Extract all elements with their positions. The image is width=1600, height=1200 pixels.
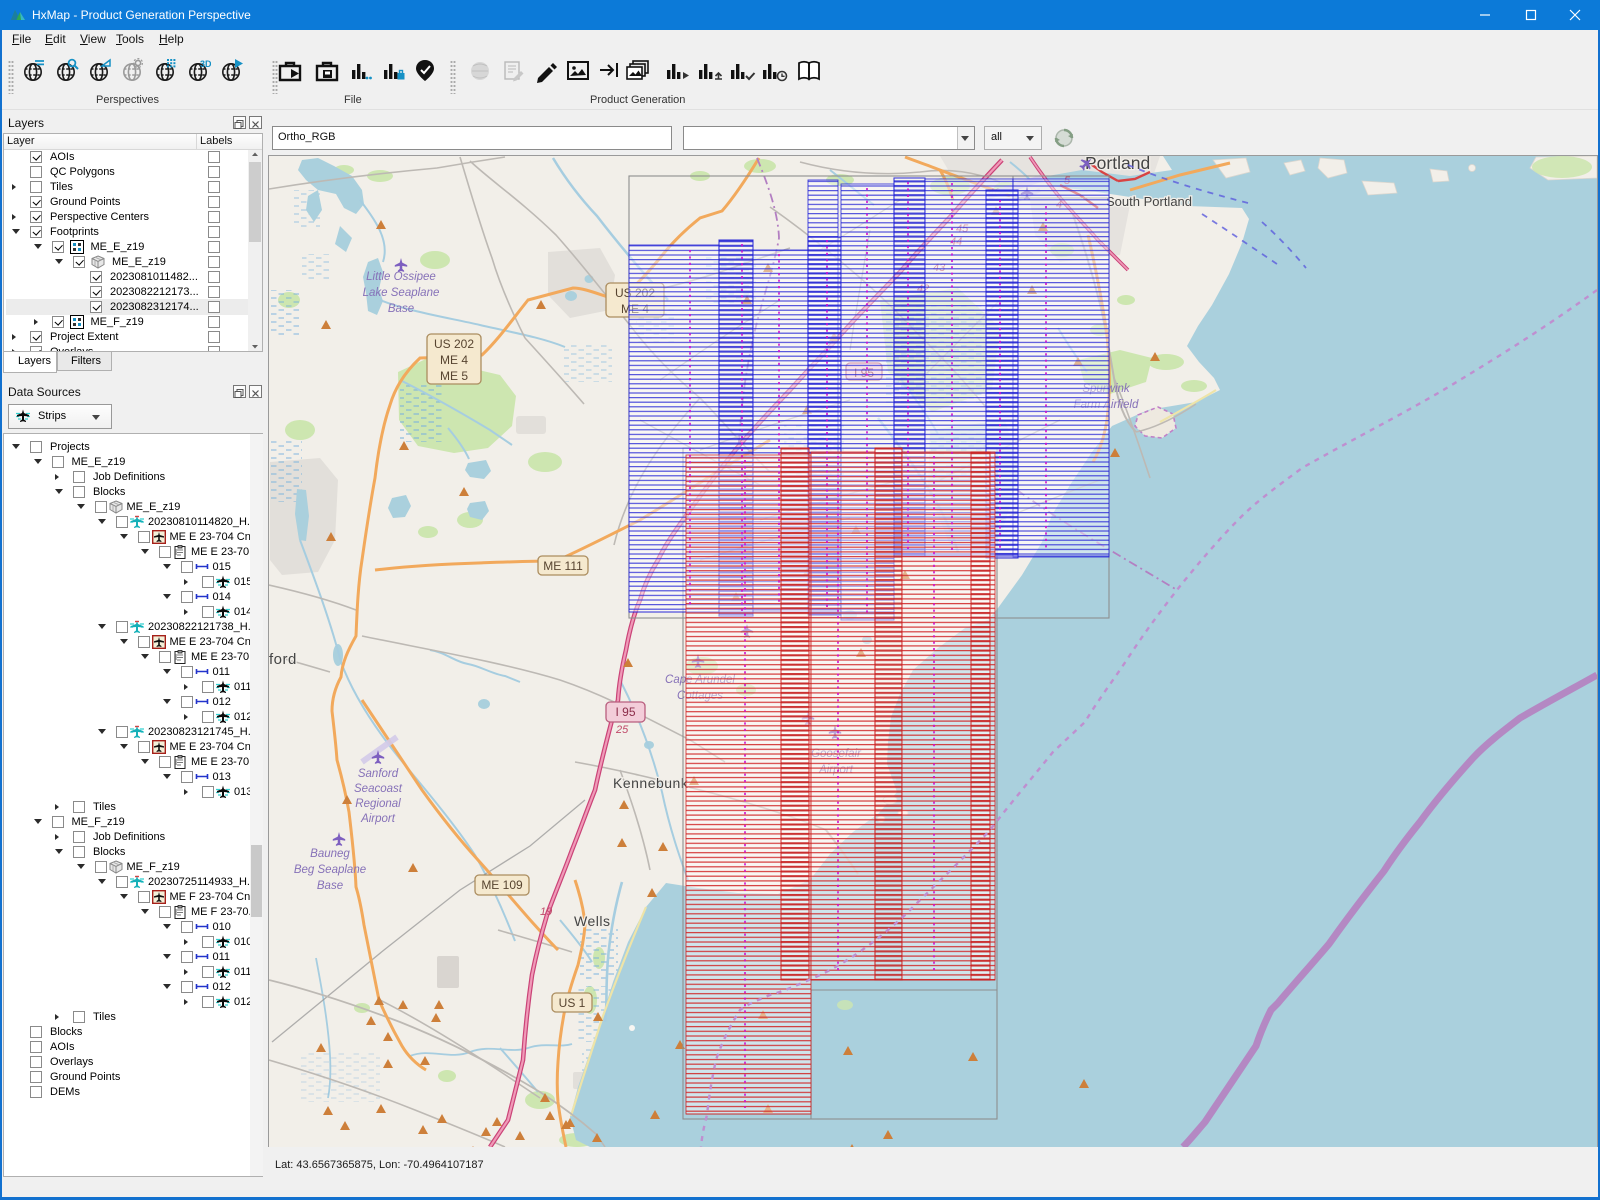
svg-text:ME 111: ME 111 xyxy=(543,559,583,573)
svg-text:Beg Seaplane: Beg Seaplane xyxy=(294,864,366,876)
svg-text:ME 4: ME 4 xyxy=(440,353,468,367)
svg-text:Bauneg: Bauneg xyxy=(310,848,350,860)
svg-text:19: 19 xyxy=(540,906,552,918)
svg-text:25: 25 xyxy=(615,724,629,736)
svg-text:ME 5: ME 5 xyxy=(440,369,468,383)
svg-text:Sanford: Sanford xyxy=(358,768,399,780)
svg-text:Base: Base xyxy=(317,880,343,892)
svg-text:ME 109: ME 109 xyxy=(481,878,523,892)
svg-text:South Portland: South Portland xyxy=(1106,194,1192,209)
svg-text:Kennebunk: Kennebunk xyxy=(613,775,689,791)
svg-text:ford: ford xyxy=(269,651,297,668)
svg-text:I 95: I 95 xyxy=(615,705,635,719)
svg-text:Lake Seaplane: Lake Seaplane xyxy=(363,287,440,299)
svg-text:Wells: Wells xyxy=(574,913,610,929)
svg-text:US 202: US 202 xyxy=(434,337,474,351)
svg-text:Base: Base xyxy=(388,303,414,315)
svg-text:Little Ossipee: Little Ossipee xyxy=(366,271,436,283)
svg-text:US 1: US 1 xyxy=(559,996,586,1010)
svg-text:Seacoast: Seacoast xyxy=(354,783,403,795)
svg-text:Airport: Airport xyxy=(360,813,396,825)
svg-text:Regional: Regional xyxy=(355,798,401,810)
svg-text:3D: 3D xyxy=(200,59,211,69)
